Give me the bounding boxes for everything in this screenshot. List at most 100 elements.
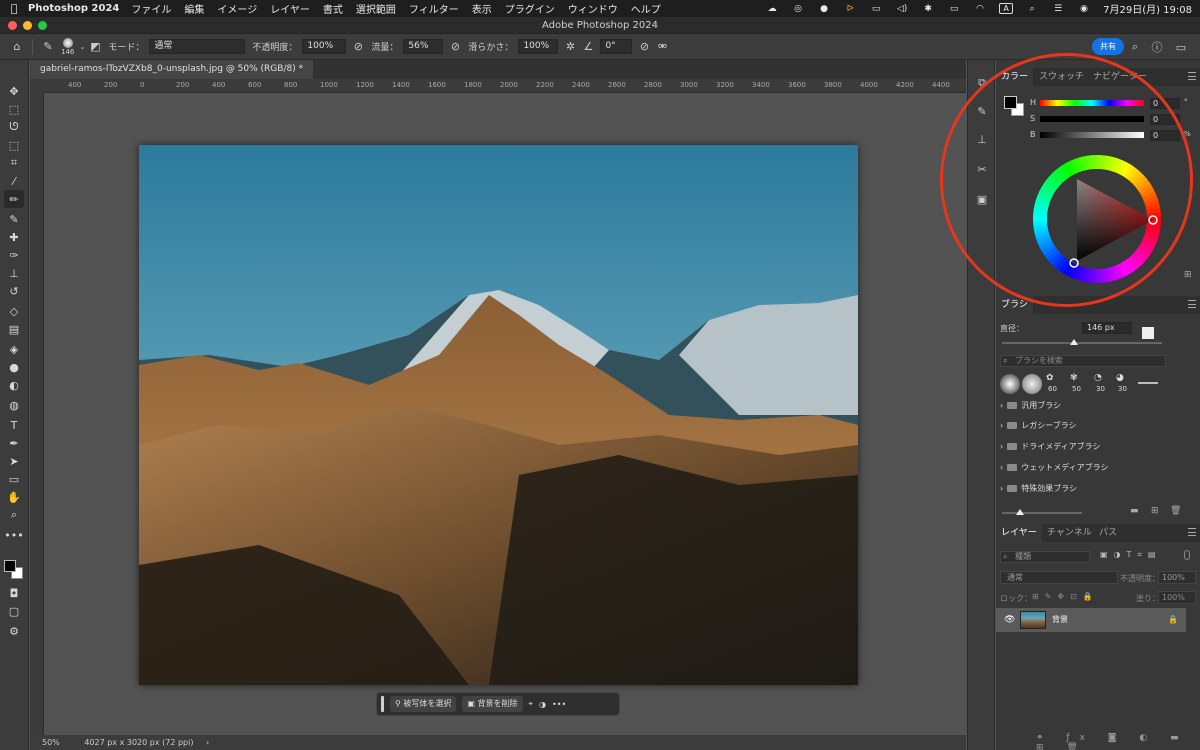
input-source-icon[interactable]: A xyxy=(999,3,1014,14)
workspace-icon[interactable]: ▭ xyxy=(1172,38,1190,56)
horizontal-ruler[interactable]: 400 200 0 200 400 600 800 1000 1200 1400 1600 1800 2… xyxy=(44,79,966,93)
gradient-tool-icon[interactable]: ▤ xyxy=(4,320,24,338)
search-icon[interactable]: ⌕ xyxy=(1126,38,1144,56)
dodge-tool-icon[interactable]: ◐ xyxy=(4,376,24,394)
chevron-right-icon[interactable]: › xyxy=(206,738,209,747)
path-selection-tool-icon[interactable]: ➤ xyxy=(4,452,24,470)
color-replace-tool-icon[interactable]: ✑ xyxy=(4,246,24,264)
layer-filter-icons[interactable]: ▣◑T⌗▤ xyxy=(1100,550,1162,560)
tab-navigator[interactable]: ナビゲーター xyxy=(1088,68,1152,86)
marquee-tool-icon[interactable]: ⬚ xyxy=(4,100,24,118)
hand-tool-icon[interactable]: ✋ xyxy=(4,488,24,506)
brush-preset-6[interactable]: ◕ xyxy=(1116,373,1124,383)
screen-mode-icon[interactable]: ▢ xyxy=(4,602,24,620)
clone-stamp-tool-icon[interactable]: ⊥ xyxy=(4,264,24,282)
menu-view[interactable]: 表示 xyxy=(472,1,492,16)
remove-background-button[interactable]: ▣ 背景を削除 xyxy=(462,696,523,712)
cloud-icon[interactable]: ☁ xyxy=(765,4,779,14)
pencil-tool-icon[interactable]: ✎ xyxy=(4,210,24,228)
brush-preset-icon[interactable]: ✎ xyxy=(39,38,57,56)
quick-mask-icon[interactable]: ◘ xyxy=(4,584,24,602)
gear-icon[interactable]: ✲ xyxy=(561,38,579,56)
panel-menu-icon[interactable] xyxy=(1188,72,1196,80)
eraser-tool-icon[interactable]: ◇ xyxy=(4,302,24,320)
brush-preview-icon[interactable] xyxy=(1142,327,1154,339)
brightness-slider[interactable]: B 0 % xyxy=(1000,130,1200,142)
slider-thumb[interactable] xyxy=(1070,339,1078,345)
zoom-level[interactable]: 50% xyxy=(42,738,60,747)
color-wheel[interactable] xyxy=(1032,154,1162,284)
share-button[interactable]: 共有 xyxy=(1092,38,1124,55)
menu-type[interactable]: 書式 xyxy=(323,1,343,16)
monitor-icon[interactable]: ▭ xyxy=(869,4,883,14)
tab-swatches[interactable]: スウォッチ xyxy=(1034,68,1089,86)
scrollbar[interactable] xyxy=(1188,530,1194,730)
search-icon[interactable]: ⌕ xyxy=(1025,4,1039,14)
tab-paths[interactable]: パス xyxy=(1094,524,1122,542)
brush-folder-general[interactable]: › 汎用ブラシ xyxy=(1000,396,1190,416)
document-tab[interactable]: gabriel-ramos-lTozVZXb8_0-unsplash.jpg @… xyxy=(30,60,314,79)
preview-size-slider[interactable] xyxy=(1002,512,1082,514)
pressure-size-icon[interactable]: ⊘ xyxy=(635,38,653,56)
menu-file[interactable]: ファイル xyxy=(131,1,171,16)
brush-settings-panel-icon[interactable]: ✎ xyxy=(973,102,991,120)
document-info[interactable]: 4027 px x 3020 px (72 ppi) xyxy=(84,738,193,747)
grammarly-icon[interactable]: ● xyxy=(817,4,831,14)
menu-window[interactable]: ウィンドウ xyxy=(568,1,618,16)
minimize-window-button[interactable] xyxy=(23,21,32,30)
brush-folder-legacy[interactable]: › レガシーブラシ xyxy=(1000,416,1190,436)
adjust-icon[interactable]: ◑ xyxy=(539,700,546,709)
menu-plugins[interactable]: プラグイン xyxy=(505,1,555,16)
brush-search-input[interactable]: ブラシを検索 xyxy=(1000,355,1166,367)
brush-folder-dry-media[interactable]: › ドライメディアブラシ xyxy=(1000,437,1190,457)
brightness-value[interactable]: 0 xyxy=(1150,130,1180,141)
paint-bucket-tool-icon[interactable]: ◈ xyxy=(4,340,24,358)
menu-filter[interactable]: フィルター xyxy=(409,1,459,16)
eyedropper-tool-icon[interactable]: ⁄ xyxy=(4,172,24,190)
brush-settings-icon[interactable]: ◩ xyxy=(86,38,104,56)
close-window-button[interactable] xyxy=(8,21,17,30)
tab-layers[interactable]: レイヤー xyxy=(996,524,1042,542)
control-center-icon[interactable]: ☰ xyxy=(1051,4,1065,14)
history-panel-icon[interactable]: ⧉ xyxy=(973,74,991,92)
trash-icon[interactable]: 🗑 xyxy=(1170,506,1181,516)
apple-icon[interactable]:  xyxy=(0,2,28,15)
brush-size-field[interactable]: 146 px xyxy=(1082,322,1132,334)
layer-row-background[interactable]: 👁 背景 🔒 xyxy=(996,608,1186,632)
bolt-icon[interactable]: ᐅ xyxy=(843,4,857,14)
zoom-tool-icon[interactable]: ⌕ xyxy=(4,506,24,524)
hue-slider[interactable]: H 0 ° xyxy=(1000,98,1200,110)
menu-edit[interactable]: 編集 xyxy=(184,1,204,16)
brush-preset-5[interactable]: ◔ xyxy=(1094,373,1102,383)
layer-filter-select[interactable]: 種類 xyxy=(1000,551,1090,563)
new-brush-icon[interactable]: ⊞ xyxy=(1151,506,1159,516)
blend-mode-select[interactable]: 通常 xyxy=(1000,571,1118,584)
sponge-tool-icon[interactable]: ◍ xyxy=(4,396,24,414)
tab-brushes[interactable]: ブラシ xyxy=(996,296,1033,314)
pen-tool-icon[interactable]: ✒ xyxy=(4,434,24,452)
hue-value[interactable]: 0 xyxy=(1150,98,1180,109)
menu-image[interactable]: イメージ xyxy=(217,1,257,16)
history-brush-tool-icon[interactable]: ↺ xyxy=(4,282,24,300)
brush-preset-soft[interactable] xyxy=(1000,374,1020,394)
panel-menu-icon[interactable] xyxy=(1188,300,1196,308)
volume-icon[interactable]: ◁) xyxy=(895,4,909,14)
brush-size-preview[interactable]: 146 xyxy=(61,37,74,56)
angle-field[interactable]: 0° xyxy=(600,39,633,54)
menu-layer[interactable]: レイヤー xyxy=(270,1,310,16)
eye-icon[interactable]: 👁 xyxy=(1004,608,1015,632)
symmetry-icon[interactable]: ⚮ xyxy=(653,38,671,56)
brush-folder-special-effects[interactable]: › 特殊効果ブラシ xyxy=(1000,479,1190,499)
more-tools-icon[interactable]: ••• xyxy=(4,526,24,544)
brush-preset-3[interactable]: ✿ xyxy=(1046,373,1054,383)
saturation-slider[interactable]: S 0 xyxy=(1000,114,1200,126)
transform-icon[interactable]: ⌖ xyxy=(529,699,534,709)
type-tool-icon[interactable]: T xyxy=(4,416,24,434)
healing-brush-tool-icon[interactable]: ✚ xyxy=(4,228,24,246)
lock-icons[interactable]: ⊞✎✥⊡🔒 xyxy=(1032,592,1099,601)
more-options-button[interactable]: ••• xyxy=(552,700,566,709)
layer-name[interactable]: 背景 xyxy=(1052,608,1068,632)
crop-tool-icon[interactable]: ⌗ xyxy=(4,154,24,172)
tab-color[interactable]: カラー xyxy=(996,68,1034,86)
brush-preset-4[interactable]: ✾ xyxy=(1070,373,1078,383)
